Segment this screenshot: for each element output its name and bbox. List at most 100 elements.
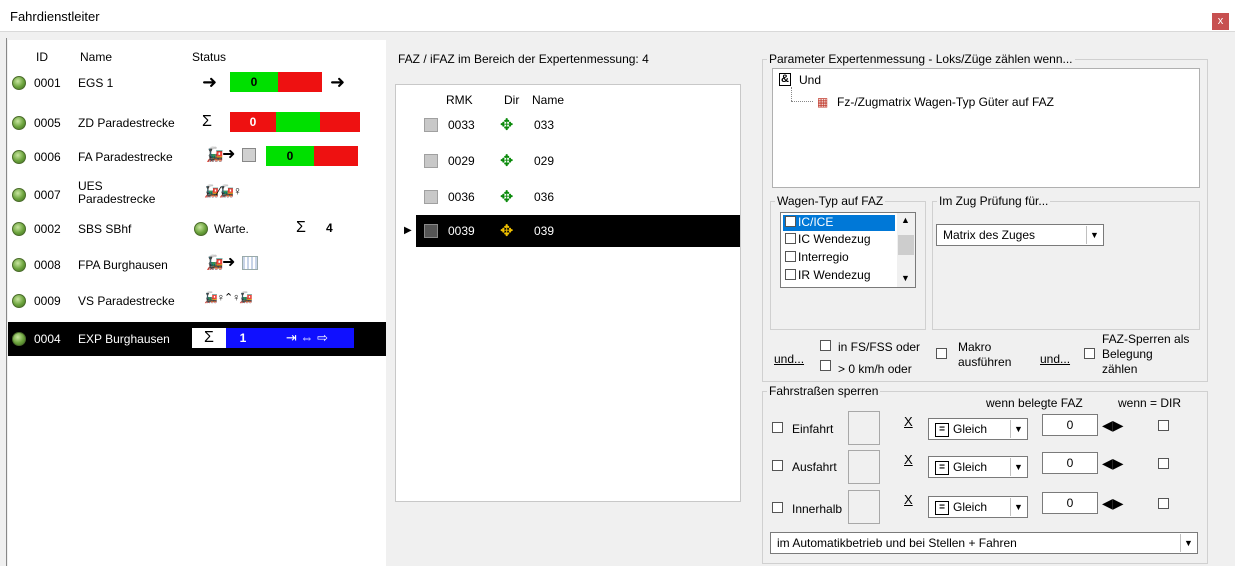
faz-list[interactable]: RMK Dir Name 0033 ✥ 033 0029 ✥ 029 0036 … <box>395 84 741 502</box>
train-icon: 🚂 <box>206 254 224 270</box>
chevron-down-icon[interactable]: ▼ <box>1180 534 1196 552</box>
checkbox[interactable] <box>785 233 796 245</box>
wagen-item[interactable]: IR Wendezug <box>783 268 871 282</box>
item-id: 0002 <box>34 222 61 236</box>
scrollbar[interactable]: ▲ ▼ <box>897 213 915 287</box>
kmh-checkbox[interactable] <box>820 360 831 371</box>
exp-icons: ⇥ ⇔ ⇨ <box>260 328 354 348</box>
checkbox[interactable] <box>785 251 796 263</box>
ausfahrt-slot[interactable] <box>848 450 880 484</box>
ausfahrt-dir-checkbox[interactable] <box>1158 458 1169 469</box>
ausfahrt-checkbox[interactable] <box>772 460 783 471</box>
wagen-item[interactable]: IC Wendezug <box>783 232 871 246</box>
innerhalb-dir-checkbox[interactable] <box>1158 498 1169 509</box>
fs-label: in FS/FSS oder <box>838 340 921 354</box>
tree-root[interactable]: Und <box>799 73 821 87</box>
mode-select[interactable]: im Automatikbetrieb und bei Stellen + Fa… <box>770 532 1198 554</box>
item-name: FA Paradestrecke <box>78 150 173 164</box>
scroll-down-icon[interactable]: ▼ <box>901 273 910 283</box>
list-item[interactable]: 0009 VS Paradestrecke 🚂♀⌃♀🚂 <box>8 284 386 318</box>
wagen-item-label: IR Wendezug <box>798 268 871 282</box>
clear-x-icon[interactable]: X <box>904 414 913 429</box>
clear-x-icon[interactable]: X <box>904 452 913 467</box>
einfahrt-dir-checkbox[interactable] <box>1158 420 1169 431</box>
scroll-thumb[interactable] <box>898 235 914 255</box>
clear-x-icon[interactable]: X <box>904 492 913 507</box>
left-right-arrows-icon[interactable]: ◀▶ <box>1102 496 1124 510</box>
wagen-listbox[interactable]: IC/ICE IC Wendezug Interregio IR Wendezu… <box>780 212 916 288</box>
innerhalb-count[interactable]: 0 <box>1042 492 1098 514</box>
einfahrt-count[interactable]: 0 <box>1042 414 1098 436</box>
checkbox[interactable] <box>785 216 796 228</box>
list-item[interactable]: 0001 EGS 1 ➜ 0 ➜ <box>8 66 386 100</box>
faz-row[interactable]: 0036 ✥ 036 <box>396 181 740 213</box>
imzug-legend: Im Zug Prüfung für... <box>939 194 1049 208</box>
chevron-down-icon[interactable]: ▼ <box>1010 420 1026 438</box>
ausfahrt-count[interactable]: 0 <box>1042 452 1098 474</box>
imzug-select[interactable]: Matrix des Zuges ▼ <box>936 224 1104 246</box>
scroll-up-icon[interactable]: ▲ <box>901 215 910 225</box>
left-right-arrows-icon[interactable]: ◀▶ <box>1102 418 1124 432</box>
wagen-item-selected[interactable]: IC/ICE <box>783 215 895 231</box>
faz-label-1: FAZ-Sperren als <box>1102 332 1190 346</box>
train-icon: 🚂 <box>206 146 224 162</box>
makro-label-1: Makro <box>958 340 992 354</box>
chevron-down-icon[interactable]: ▼ <box>1010 458 1026 476</box>
faz-sperren-checkbox[interactable] <box>1084 348 1095 359</box>
hdr-faz: wenn belegte FAZ <box>986 396 1083 410</box>
dir-cross-icon: ✥ <box>500 189 514 206</box>
rmk-value: 0033 <box>448 118 475 132</box>
und-link-1[interactable]: und... <box>774 352 804 366</box>
condition-tree[interactable]: & Und ▦ Fz-/Zugmatrix Wagen-Typ Güter au… <box>772 68 1200 188</box>
faz-row[interactable]: 0033 ✥ 033 <box>396 109 740 141</box>
list-item-selected[interactable]: 0004 EXP Burghausen Σ 1 ⇥ ⇔ ⇨ <box>8 322 386 356</box>
list-item[interactable]: 0005 ZD Paradestrecke Σ 0 <box>8 106 386 140</box>
chevron-down-icon[interactable]: ▼ <box>1086 226 1102 244</box>
tree-child[interactable]: Fz-/Zugmatrix Wagen-Typ Güter auf FAZ <box>837 95 1054 109</box>
block-list[interactable]: ID Name Status 0001 EGS 1 ➜ 0 ➜ 0005 ZD … <box>8 40 386 566</box>
faz-state-icon <box>424 190 438 204</box>
counter-cell: 0 <box>230 72 278 92</box>
count-cell: 1 <box>226 328 260 348</box>
status-led-icon <box>12 116 26 130</box>
item-name: SBS SBhf <box>78 222 132 236</box>
close-button[interactable]: x <box>1212 13 1229 30</box>
einfahrt-label: Einfahrt <box>792 422 834 436</box>
innerhalb-op-select[interactable]: = Gleich ▼ <box>928 496 1028 518</box>
einfahrt-op-select[interactable]: = Gleich ▼ <box>928 418 1028 440</box>
dir-cross-icon: ✥ <box>500 153 514 170</box>
faz-row[interactable]: 0029 ✥ 029 <box>396 145 740 177</box>
green-cell <box>276 112 320 132</box>
sigma-icon: Σ <box>192 328 226 348</box>
list-item[interactable]: 0007 UES Paradestrecke 🚂⁄🚂♀ <box>8 176 386 210</box>
item-id: 0006 <box>34 150 61 164</box>
ausfahrt-op-select[interactable]: = Gleich ▼ <box>928 456 1028 478</box>
item-name: VS Paradestrecke <box>78 294 175 308</box>
equals-icon: = <box>935 460 949 475</box>
col-rmk: RMK <box>446 93 473 107</box>
left-right-arrows-icon[interactable]: ◀▶ <box>1102 456 1124 470</box>
hdr-dir: wenn = DIR <box>1118 396 1182 410</box>
tree-line <box>791 87 792 101</box>
op-value: Gleich <box>953 500 988 514</box>
item-name: ZD Paradestrecke <box>78 116 175 130</box>
makro-checkbox[interactable] <box>936 348 947 359</box>
counter-cell: 0 <box>230 112 276 132</box>
einfahrt-checkbox[interactable] <box>772 422 783 433</box>
fs-checkbox[interactable] <box>820 340 831 351</box>
faz-label-3: zählen <box>1102 362 1138 376</box>
checkbox[interactable] <box>785 269 796 281</box>
innerhalb-slot[interactable] <box>848 490 880 524</box>
wagen-item[interactable]: Interregio <box>783 250 849 264</box>
einfahrt-slot[interactable] <box>848 411 880 445</box>
list-item[interactable]: 0006 FA Paradestrecke 🚂 ➜ 0 <box>8 140 386 174</box>
kmh-label: > 0 km/h oder <box>838 362 912 376</box>
innerhalb-checkbox[interactable] <box>772 502 783 513</box>
list-item[interactable]: 0002 SBS SBhf Warte. Σ 4 <box>8 212 386 246</box>
faz-row-selected[interactable]: 0039 ✥ 039 <box>416 215 740 247</box>
list-item[interactable]: 0008 FPA Burghausen 🚂 ➜ <box>8 248 386 282</box>
wagen-item-label: Interregio <box>798 250 849 264</box>
col-id: ID <box>36 50 48 64</box>
chevron-down-icon[interactable]: ▼ <box>1010 498 1026 516</box>
und-link-2[interactable]: und... <box>1040 352 1070 366</box>
